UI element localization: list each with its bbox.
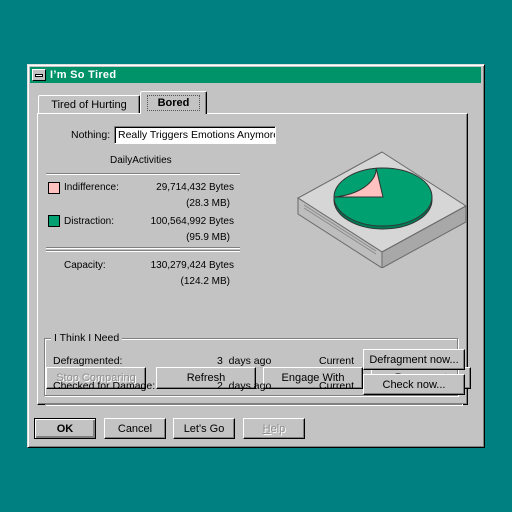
help-mnemonic: H <box>262 422 271 435</box>
name-label: Nothing: <box>71 129 111 141</box>
group-label: I Think I Need <box>51 332 123 344</box>
capacity-mb: (124.2 MB) <box>180 276 230 287</box>
type-label: DailyActivities <box>110 155 172 166</box>
spacer <box>45 403 462 405</box>
free-bytes: 100,564,992 Bytes <box>150 216 234 227</box>
divider <box>46 247 240 249</box>
title-bar[interactable]: I’m So Tired <box>30 67 481 83</box>
free-color-swatch <box>48 215 60 227</box>
defrag-status: Current <box>319 355 355 367</box>
used-label: Indifference: <box>64 182 119 193</box>
divider <box>46 250 240 252</box>
maintenance-group: I Think I Need Defragmented: 3 days ago … <box>44 332 465 396</box>
help-button[interactable]: Help <box>243 418 305 439</box>
name-input[interactable]: Really Triggers Emotions Anymore <box>114 126 276 144</box>
defrag-age: 3 days ago <box>217 355 272 367</box>
check-now-button[interactable]: Check now... <box>363 374 465 395</box>
capacity-bytes: 130,279,424 Bytes <box>150 260 234 271</box>
free-label: Distraction: <box>64 216 115 227</box>
tab-bored[interactable]: Bored <box>140 91 207 114</box>
damage-check-label: Checked for Damage: <box>53 380 156 392</box>
used-mb: (28.3 MB) <box>186 198 230 209</box>
defrag-label: Defragmented: <box>53 355 123 367</box>
system-menu-icon[interactable] <box>32 69 46 81</box>
tab-label: Bored <box>146 95 201 111</box>
tab-tired-of-hurting[interactable]: Tired of Hurting <box>38 95 140 113</box>
capacity-label: Capacity: <box>64 260 106 271</box>
window-title: I’m So Tired <box>50 69 117 81</box>
help-rest: elp <box>270 422 286 435</box>
ok-button[interactable]: OK <box>34 418 96 439</box>
damage-check-age: 2 days ago <box>217 380 272 392</box>
lets-go-button[interactable]: Let's Go <box>173 418 235 439</box>
damage-check-status: Current <box>319 380 355 392</box>
free-mb: (95.9 MB) <box>186 232 230 243</box>
defragment-now-button[interactable]: Defragment now... <box>363 349 465 370</box>
used-color-swatch <box>48 182 60 194</box>
used-bytes: 29,714,432 Bytes <box>156 182 234 193</box>
cancel-button[interactable]: Cancel <box>104 418 166 439</box>
tab-label: Tired of Hurting <box>51 98 127 111</box>
disk-usage-graphic <box>297 151 467 268</box>
divider <box>46 173 240 175</box>
